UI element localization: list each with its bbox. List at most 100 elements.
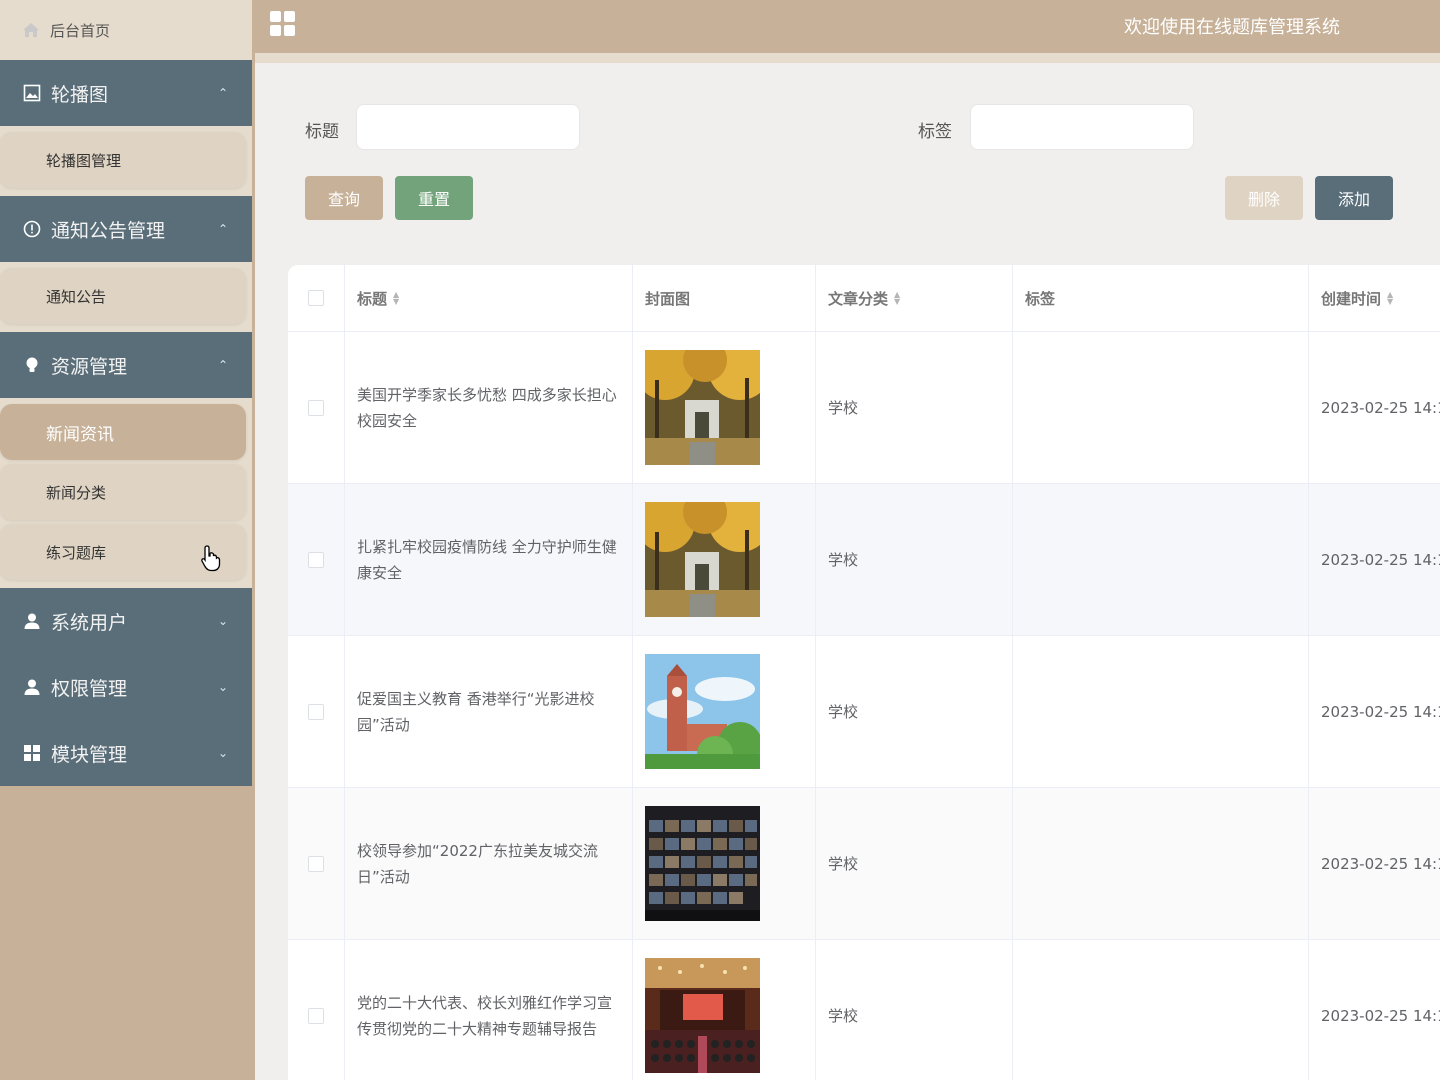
row-cover	[633, 484, 816, 635]
select-all-cell	[288, 265, 345, 331]
row-created: 2023-02-25 14:1	[1321, 1006, 1440, 1025]
row-tag	[1013, 332, 1309, 483]
column-label: 创建时间	[1321, 289, 1382, 308]
sidebar-item-notice[interactable]: 通知公告	[0, 268, 246, 324]
row-checkbox[interactable]	[308, 1007, 324, 1024]
image-icon	[22, 83, 42, 103]
tag-filter-input[interactable]	[970, 104, 1194, 150]
row-created: 2023-02-25 14:1	[1321, 854, 1440, 873]
row-title: 校领导参加“2022广东拉美友城交流日”活动	[345, 788, 633, 939]
row-checkbox[interactable]	[308, 855, 324, 872]
column-header-cover: 封面图	[633, 265, 816, 331]
sidebar-item-news[interactable]: 新闻资讯	[0, 404, 246, 460]
submenu-carousel: 轮播图管理	[0, 126, 252, 196]
sidebar-item-label: 通知公告	[46, 287, 107, 306]
title-filter-label: 标题	[305, 122, 339, 142]
user-icon	[22, 611, 42, 631]
cover-image-video-conference[interactable]	[645, 806, 760, 921]
sidebar-group-permissions[interactable]: 权限管理 ⌄	[0, 654, 252, 720]
grid-icon	[22, 743, 42, 763]
reset-button[interactable]: 重置	[395, 176, 473, 220]
row-tag	[1013, 940, 1309, 1080]
title-filter-input[interactable]	[356, 104, 580, 150]
column-header-title[interactable]: 标题 ▲ ▼	[345, 265, 633, 331]
sidebar-group-resources[interactable]: 资源管理 ⌃	[0, 332, 252, 398]
sidebar-item-label: 后台首页	[50, 21, 111, 40]
sidebar-item-label: 练习题库	[46, 543, 107, 562]
row-created: 2023-02-25 14:1	[1321, 550, 1440, 569]
info-circle-icon	[22, 219, 42, 239]
chevron-down-icon: ⌄	[217, 746, 228, 760]
row-cover	[633, 940, 816, 1080]
table-row[interactable]: 扎紧扎牢校园疫情防线 全力守护师生健康安全 学校 2023-02-25 14:1	[288, 484, 1440, 636]
row-category: 学校	[816, 636, 1013, 787]
app-title: 欢迎使用在线题库管理系统	[1124, 17, 1340, 38]
table-row[interactable]: 美国开学季家长多忧愁 四成多家长担心校园安全 学校 2023-02-25 14:…	[288, 332, 1440, 484]
row-title: 美国开学季家长多忧愁 四成多家长担心校园安全	[345, 332, 633, 483]
select-all-checkbox[interactable]	[308, 290, 324, 306]
cover-image-auditorium[interactable]	[645, 958, 760, 1073]
sidebar-item-question-bank[interactable]: 练习题库	[0, 524, 246, 580]
cover-image-campus-autumn[interactable]	[645, 502, 760, 617]
query-button[interactable]: 查询	[305, 176, 383, 220]
row-select-cell	[288, 332, 345, 483]
main-content: 标题 标签 查询 重置 删除 添加 标题 ▲ ▼ 封面图 文章分类 ▲ ▼ 标签 创建时…	[255, 63, 1440, 1080]
delete-button[interactable]: 删除	[1225, 176, 1303, 220]
tag-filter-label: 标签	[918, 122, 952, 142]
column-label: 标题	[357, 289, 388, 308]
add-button[interactable]: 添加	[1315, 176, 1393, 220]
row-title: 党的二十大代表、校长刘雅红作学习宣传贯彻党的二十大精神专题辅导报告	[345, 940, 633, 1080]
sidebar-group-label: 权限管理	[51, 677, 128, 700]
cover-image-clock-tower[interactable]	[645, 654, 760, 769]
sort-icon[interactable]: ▲ ▼	[393, 291, 399, 306]
row-tag	[1013, 484, 1309, 635]
sidebar-item-home[interactable]: 后台首页	[0, 0, 252, 60]
row-checkbox[interactable]	[308, 551, 324, 568]
sidebar-group-label: 系统用户	[51, 611, 128, 634]
table-row[interactable]: 促爱国主义教育 香港举行“光影进校园”活动 学校 2023-02-25 14:1	[288, 636, 1440, 788]
sidebar-item-carousel-manage[interactable]: 轮播图管理	[0, 132, 246, 188]
sidebar-group-label: 模块管理	[51, 743, 128, 766]
submenu-notice: 通知公告	[0, 262, 252, 332]
topbar: 欢迎使用在线题库管理系统	[255, 0, 1440, 53]
row-created: 2023-02-25 14:1	[1321, 702, 1440, 721]
news-table: 标题 ▲ ▼ 封面图 文章分类 ▲ ▼ 标签 创建时间 ▲ ▼ 美国开学季家长多忧愁 四成多…	[288, 265, 1440, 1080]
column-header-created[interactable]: 创建时间 ▲ ▼	[1309, 265, 1440, 331]
sidebar-item-label: 新闻分类	[46, 483, 107, 502]
tab-strip	[255, 53, 1440, 63]
sidebar-group-notice[interactable]: 通知公告管理 ⌃	[0, 196, 252, 262]
chevron-up-icon: ⌃	[217, 358, 228, 372]
row-checkbox[interactable]	[308, 703, 324, 720]
sidebar-group-carousel[interactable]: 轮播图 ⌃	[0, 60, 252, 126]
column-label: 封面图	[645, 289, 691, 308]
table-row[interactable]: 校领导参加“2022广东拉美友城交流日”活动 学校 2023-02-25 14:	[288, 788, 1440, 940]
sort-icon[interactable]: ▲ ▼	[894, 291, 900, 306]
user-icon	[22, 677, 42, 697]
sidebar-group-system-users[interactable]: 系统用户 ⌄	[0, 588, 252, 654]
column-label: 标签	[1025, 289, 1056, 308]
row-select-cell	[288, 788, 345, 939]
sort-icon[interactable]: ▲ ▼	[1387, 291, 1393, 306]
row-category: 学校	[816, 332, 1013, 483]
row-checkbox[interactable]	[308, 399, 324, 416]
row-select-cell	[288, 484, 345, 635]
chevron-down-icon: ⌄	[217, 680, 228, 694]
sidebar-item-news-category[interactable]: 新闻分类	[0, 464, 246, 520]
row-cover	[633, 788, 816, 939]
table-row[interactable]: 党的二十大代表、校长刘雅红作学习宣传贯彻党的二十大精神专题辅导报告 学校 202…	[288, 940, 1440, 1080]
home-icon	[22, 21, 40, 39]
row-select-cell	[288, 636, 345, 787]
column-header-tag: 标签	[1013, 265, 1309, 331]
column-header-category[interactable]: 文章分类 ▲ ▼	[816, 265, 1013, 331]
row-created: 2023-02-25 14:1	[1321, 398, 1440, 417]
sidebar-group-label: 通知公告管理	[51, 219, 166, 242]
sidebar-group-modules[interactable]: 模块管理 ⌄	[0, 720, 252, 786]
lightbulb-icon	[22, 355, 42, 375]
cover-image-campus-autumn[interactable]	[645, 350, 760, 465]
row-title: 促爱国主义教育 香港举行“光影进校园”活动	[345, 636, 633, 787]
chevron-up-icon: ⌃	[217, 86, 228, 100]
menu-grid-icon[interactable]	[270, 11, 295, 36]
table-header: 标题 ▲ ▼ 封面图 文章分类 ▲ ▼ 标签 创建时间 ▲ ▼	[288, 265, 1440, 332]
sidebar-item-label: 轮播图管理	[46, 151, 122, 170]
row-tag	[1013, 788, 1309, 939]
